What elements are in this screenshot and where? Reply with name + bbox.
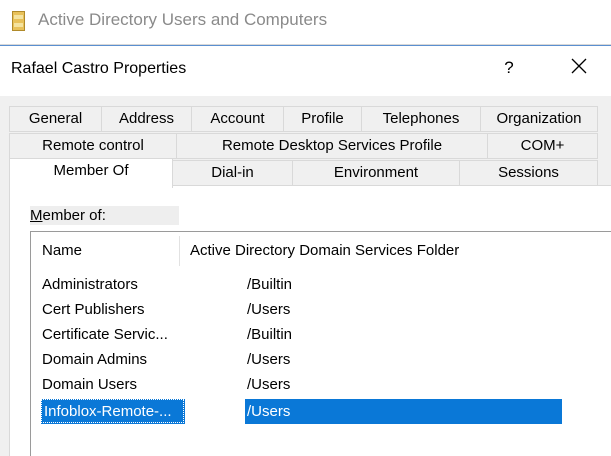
tab-sessions[interactable]: Sessions — [459, 160, 598, 186]
group-folder: /Users — [247, 351, 291, 368]
folder-icon — [12, 11, 25, 31]
group-folder: /Users — [247, 376, 291, 393]
tab-organization[interactable]: Organization — [480, 106, 598, 132]
dialog-title: Rafael Castro Properties — [11, 60, 187, 77]
group-name: Infoblox-Remote-... — [44, 403, 172, 420]
tab-profile[interactable]: Profile — [283, 106, 362, 132]
tab-com-plus[interactable]: COM+ — [487, 133, 598, 159]
group-folder: /Builtin — [247, 276, 293, 293]
app-title-bar: Active Directory Users and Computers — [0, 0, 611, 45]
tab-remote-control[interactable]: Remote control — [9, 133, 177, 159]
group-name: Administrators — [42, 276, 138, 293]
close-icon — [571, 58, 587, 74]
group-folder: /Users — [247, 301, 291, 318]
list-item[interactable]: Domain Admins /Users — [31, 347, 611, 372]
tab-account[interactable]: Account — [191, 106, 284, 132]
tab-general[interactable]: General — [9, 106, 102, 132]
tab-member-of[interactable]: Member Of — [9, 158, 173, 188]
close-button[interactable] — [567, 54, 591, 78]
selection-highlight — [245, 399, 562, 424]
member-of-label: Member of: — [30, 206, 179, 225]
list-item[interactable]: Administrators /Builtin — [31, 272, 611, 297]
list-item[interactable]: Certificate Servic... /Builtin — [31, 322, 611, 347]
group-name: Domain Users — [42, 376, 138, 393]
group-folder: /Users — [247, 403, 291, 420]
column-header-folder[interactable]: Active Directory Domain Services Folder — [179, 232, 611, 270]
member-of-label-mnemonic: M — [30, 207, 43, 224]
group-folder: /Builtin — [247, 326, 293, 343]
column-header-name[interactable]: Name — [31, 232, 179, 270]
list-item[interactable]: Domain Users /Users — [31, 372, 611, 397]
tab-address[interactable]: Address — [101, 106, 192, 132]
tab-environment[interactable]: Environment — [292, 160, 460, 186]
list-item[interactable]: Cert Publishers /Users — [31, 297, 611, 322]
app-title: Active Directory Users and Computers — [38, 10, 328, 29]
member-of-list[interactable]: Name Active Directory Domain Services Fo… — [30, 231, 611, 456]
tab-remote-desktop-services-profile[interactable]: Remote Desktop Services Profile — [176, 133, 488, 159]
help-button[interactable]: ? — [500, 58, 518, 78]
tab-telephones[interactable]: Telephones — [361, 106, 481, 132]
group-name: Cert Publishers — [42, 301, 145, 318]
member-of-label-rest: ember of: — [42, 207, 106, 224]
group-name: Certificate Servic... — [42, 326, 168, 343]
dialog-title-bar: Rafael Castro Properties ? — [0, 45, 611, 96]
tab-dial-in[interactable]: Dial-in — [172, 160, 293, 186]
list-item-selected[interactable]: Infoblox-Remote-... /Users — [31, 399, 611, 424]
group-name: Domain Admins — [42, 351, 148, 368]
